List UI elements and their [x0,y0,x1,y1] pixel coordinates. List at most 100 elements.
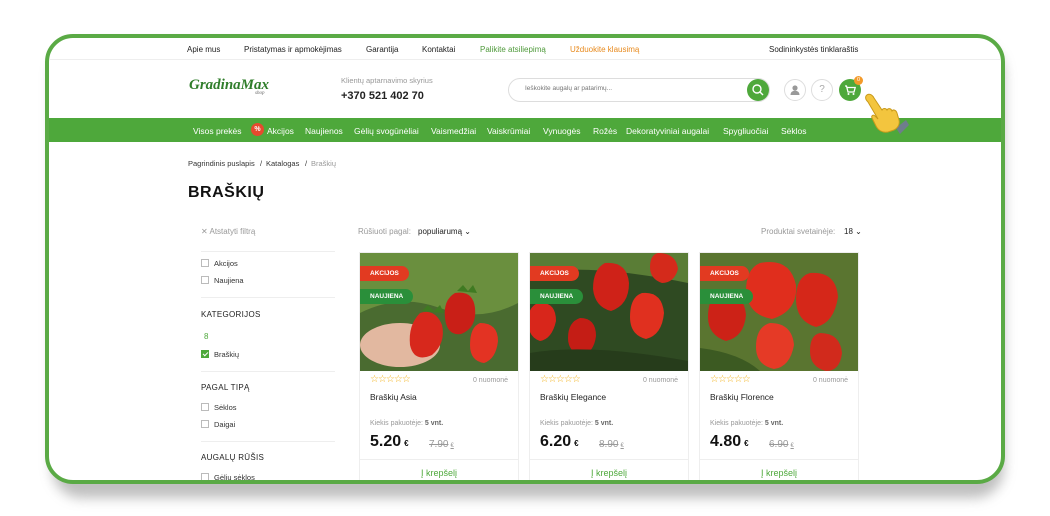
rating-stars-icon[interactable]: ☆☆☆☆☆ [370,374,411,385]
search-input[interactable] [525,85,725,92]
review-count[interactable]: 0 nuomonė [813,377,848,384]
package-info: Kiekis pakuotėje: 5 vnt. [370,420,443,427]
nav-item-conifers[interactable]: Spygliuočiai [723,126,768,136]
package-info: Kiekis pakuotėje: 5 vnt. [540,420,613,427]
price: 5.20 € [370,433,409,451]
product-card[interactable]: AKCIJOS NAUJIENA ☆☆☆☆☆ 0 nuomonė Braškių… [699,252,859,480]
filter-seedlings[interactable]: Daigai [201,420,235,429]
customer-service-phone[interactable]: +370 521 402 70 [341,90,424,102]
filter-flower-seeds[interactable]: Gėlių sėklos [201,473,255,482]
topbar-link-warranty[interactable]: Garantija [366,45,398,54]
divider [201,441,335,442]
filter-label: Gėlių sėklos [214,473,255,482]
search-box [508,78,770,102]
checkbox-checked[interactable] [201,350,209,358]
checkbox[interactable] [201,420,209,428]
close-icon: ✕ [201,227,208,236]
browser-frame: Apie mus Pristatymas ir apmokėjimas Gara… [45,34,1005,484]
old-price: 8.90 € [599,439,624,450]
breadcrumb-separator: / [305,159,308,168]
sale-tag: AKCIJOS [530,266,579,281]
breadcrumb-separator: / [260,159,263,168]
product-card[interactable]: AKCIJOS NAUJIENA ☆☆☆☆☆ 0 nuomonė Braškių… [359,252,519,480]
sort-value: populiarumą [418,227,463,236]
package-label: Kiekis pakuotėje: [370,420,423,427]
old-price: 6.90 € [769,439,794,450]
sort-dropdown[interactable]: populiarumą ⌄ [418,227,471,236]
filter-new[interactable]: Naujiena [201,276,244,285]
checkbox[interactable] [201,276,209,284]
package-value: 5 vnt. [764,420,784,427]
product-image[interactable]: AKCIJOS NAUJIENA [700,253,858,371]
new-tag: NAUJIENA [360,289,414,304]
nav-item-new[interactable]: Naujienos [305,126,343,136]
checkbox[interactable] [201,259,209,267]
review-count[interactable]: 0 nuomonė [643,377,678,384]
nav-item-berry-bushes[interactable]: Vaiskrūmiai [487,126,530,136]
filter-label: Sėklos [214,403,237,412]
add-to-cart-button[interactable]: Į krepšelį [700,459,858,480]
nav-item-seeds[interactable]: Sėklos [781,126,807,136]
filter-label: Braškių [214,350,240,359]
add-to-cart-button[interactable]: Į krepšelį [530,459,688,480]
package-label: Kiekis pakuotėje: [540,420,593,427]
filter-sale[interactable]: Akcijos [201,259,238,268]
per-page-value: 18 [844,227,853,236]
topbar-link-question[interactable]: Užduokite klausimą [570,45,639,54]
pointing-hand-icon [865,93,909,134]
breadcrumb-home[interactable]: Pagrindinis puslapis [188,159,255,168]
topbar-link-blog[interactable]: Sodininkystės tinklaraštis [769,45,858,54]
topbar-link-contacts[interactable]: Kontaktai [422,45,455,54]
topbar-link-review[interactable]: Palikite atsiliepimą [480,45,546,54]
per-page-dropdown[interactable]: 18 ⌄ [844,227,862,236]
filter-seeds[interactable]: Sėklos [201,403,237,412]
topbar-link-about[interactable]: Apie mus [187,45,220,54]
rating-stars-icon[interactable]: ☆☆☆☆☆ [710,374,751,385]
divider [201,251,335,252]
currency: € [404,439,409,448]
main-nav: Visos prekės % Akcijos Naujienos Gėlių s… [49,118,1001,142]
new-tag: NAUJIENA [700,289,754,304]
nav-item-roses[interactable]: Rožės [593,126,617,136]
header: GradinaMax shop Klientų aptarnavimo skyr… [49,60,1001,122]
logo[interactable]: GradinaMax shop [189,77,269,96]
nav-item-decorative[interactable]: Dekoratyviniai augalai [626,126,709,136]
product-card[interactable]: AKCIJOS NAUJIENA ☆☆☆☆☆ 0 nuomonė Braškių… [529,252,689,480]
review-count[interactable]: 0 nuomonė [473,377,508,384]
question-icon: ? [819,84,825,95]
product-name[interactable]: Braškių Florence [710,392,774,402]
customer-service-label: Klientų aptarnavimo skyrius [341,76,433,85]
price-value: 4.80 [710,433,742,450]
filter-category-strawberries[interactable]: Braškių [201,350,239,359]
filter-label: Daigai [214,420,236,429]
filter-label: Naujiena [214,276,244,285]
currency: € [620,443,624,449]
rating-stars-icon[interactable]: ☆☆☆☆☆ [540,374,581,385]
checkbox[interactable] [201,403,209,411]
topbar-link-delivery[interactable]: Pristatymas ir apmokėjimas [244,45,342,54]
product-name[interactable]: Braškių Asia [370,392,417,402]
nav-item-bulbs[interactable]: Gėlių svogūnėliai [354,126,419,136]
breadcrumb-catalog[interactable]: Katalogas [266,159,299,168]
sale-tag: AKCIJOS [360,266,409,281]
package-label: Kiekis pakuotėje: [710,420,763,427]
nav-item-all[interactable]: Visos prekės [193,126,242,136]
product-image[interactable]: AKCIJOS NAUJIENA [360,253,518,371]
currency: € [450,443,454,449]
nav-item-sale[interactable]: Akcijos [267,126,294,136]
reset-filter-button[interactable]: ✕ Atstatyti filtrą [201,227,255,236]
price: 4.80 € [710,433,749,451]
search-button[interactable] [747,79,769,101]
checkbox[interactable] [201,473,209,480]
add-to-cart-button[interactable]: Į krepšelį [360,459,518,480]
nav-item-fruit-trees[interactable]: Vaismedžiai [431,126,476,136]
product-image[interactable]: AKCIJOS NAUJIENA [530,253,688,371]
product-name[interactable]: Braškių Elegance [540,392,606,402]
top-bar: Apie mus Pristatymas ir apmokėjimas Gara… [49,38,1001,60]
divider [201,297,335,298]
account-button[interactable] [784,79,806,101]
package-info: Kiekis pakuotėje: 5 vnt. [710,420,783,427]
plant-type-title: AUGALŲ RŪŠIS [201,453,265,462]
nav-item-grapes[interactable]: Vynuogės [543,126,581,136]
help-button[interactable]: ? [811,79,833,101]
